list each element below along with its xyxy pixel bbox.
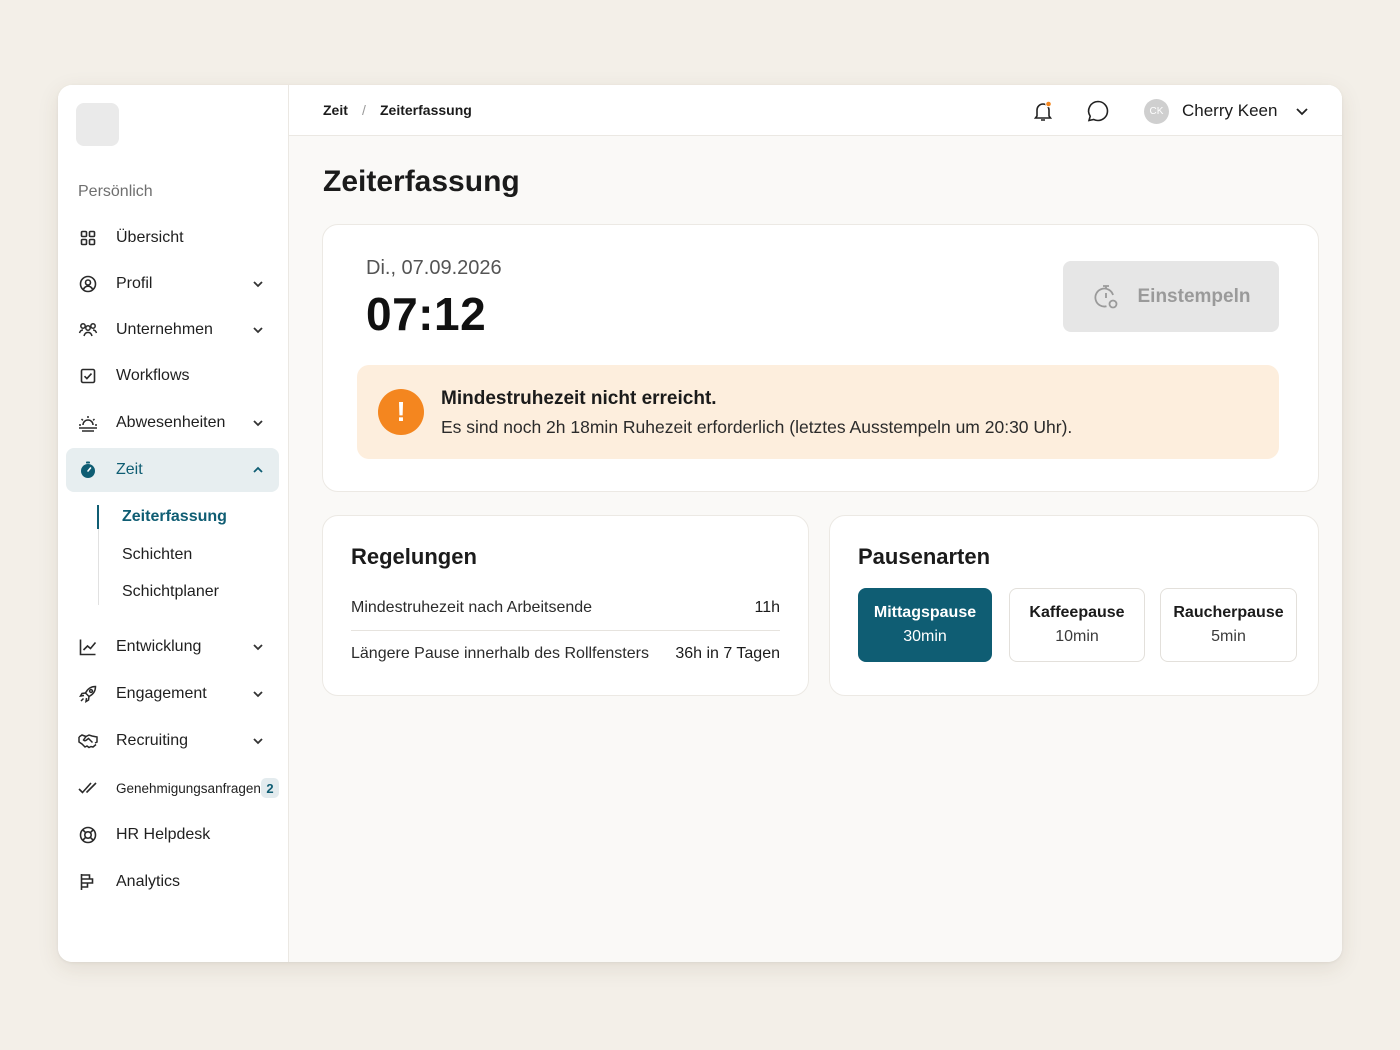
rule-row: Längere Pause innerhalb des Rollfensters… bbox=[351, 631, 780, 677]
sidebar-item-label: Profil bbox=[116, 275, 153, 292]
sidebar-item-unternehmen[interactable]: Unternehmen bbox=[66, 308, 279, 352]
app-window: Persönlich Übersicht Profil Unternehmen bbox=[58, 85, 1342, 962]
rule-label: Mindestruhezeit nach Arbeitsende bbox=[351, 598, 593, 616]
flag-icon bbox=[78, 872, 98, 892]
rule-row: Mindestruhezeit nach Arbeitsende 11h bbox=[351, 585, 780, 631]
sidebar-item-label: HR Helpdesk bbox=[116, 826, 211, 843]
double-check-icon bbox=[78, 778, 98, 798]
break-types-title: Pausenarten bbox=[858, 544, 991, 569]
chevron-down-icon bbox=[251, 734, 265, 748]
sidebar-item-label: Unternehmen bbox=[116, 321, 213, 338]
sidebar-item-label: Zeit bbox=[116, 461, 143, 478]
rule-label: Längere Pause innerhalb des Rollfensters bbox=[351, 645, 649, 662]
chevron-down-icon bbox=[251, 416, 265, 430]
page-title: Zeiterfassung bbox=[323, 165, 520, 198]
break-name: Kaffeepause bbox=[1029, 604, 1125, 621]
lifebuoy-icon bbox=[78, 825, 98, 845]
sidebar-item-entwicklung[interactable]: Entwicklung bbox=[66, 625, 279, 669]
sidebar-item-analytics[interactable]: Analytics bbox=[66, 860, 279, 904]
break-duration: 10min bbox=[1055, 628, 1099, 645]
bell-icon[interactable] bbox=[1031, 99, 1055, 123]
chevron-up-icon bbox=[251, 463, 265, 477]
sidebar-subitem-zeiterfassung[interactable]: Zeiterfassung bbox=[122, 508, 227, 526]
sidebar-item-engagement[interactable]: Engagement bbox=[66, 672, 279, 716]
company-logo[interactable] bbox=[76, 103, 119, 146]
alert-text: Es sind noch 2h 18min Ruhezeit erforderl… bbox=[441, 417, 1073, 437]
sidebar-item-uebersicht[interactable]: Übersicht bbox=[66, 216, 279, 260]
sidebar-item-profil[interactable]: Profil bbox=[66, 262, 279, 306]
sidebar-subitem-schichtplaner[interactable]: Schichtplaner bbox=[122, 583, 219, 601]
stopwatch-icon bbox=[1092, 283, 1120, 311]
main-content: Zeit / Zeiterfassung CK Cherry Keen Zeit… bbox=[289, 85, 1342, 962]
sidebar-item-label: Abwesenheiten bbox=[116, 414, 226, 431]
sidebar-item-hr-helpdesk[interactable]: HR Helpdesk bbox=[66, 813, 279, 857]
alert-title: Mindestruhezeit nicht erreicht. bbox=[441, 388, 717, 409]
break-option-raucherpause[interactable]: Raucherpause 5min bbox=[1160, 588, 1297, 662]
avatar[interactable]: CK bbox=[1144, 99, 1169, 124]
clock-in-button[interactable]: Einstempeln bbox=[1063, 261, 1279, 332]
checkbox-icon bbox=[78, 366, 98, 386]
rule-value: 36h in 7 Tagen bbox=[675, 645, 780, 662]
rocket-icon bbox=[78, 684, 98, 704]
sidebar-item-label: Genehmigungsanfragen bbox=[116, 780, 261, 796]
chart-line-icon bbox=[78, 637, 98, 657]
rule-value: 11h bbox=[754, 598, 780, 616]
sidebar-item-zeit[interactable]: Zeit bbox=[66, 448, 279, 492]
chevron-down-icon bbox=[251, 640, 265, 654]
current-time: 07:12 bbox=[366, 288, 487, 340]
chevron-down-icon bbox=[251, 323, 265, 337]
sidebar: Persönlich Übersicht Profil Unternehmen bbox=[58, 85, 289, 962]
break-option-mittagspause[interactable]: Mittagspause 30min bbox=[858, 588, 992, 662]
chevron-down-icon bbox=[251, 687, 265, 701]
top-bar: Zeit / Zeiterfassung CK Cherry Keen bbox=[289, 85, 1342, 136]
sidebar-item-genehmigungsanfragen[interactable]: Genehmigungsanfragen 2 bbox=[66, 766, 279, 810]
chat-icon[interactable] bbox=[1086, 99, 1110, 123]
sidebar-subitem-schichten[interactable]: Schichten bbox=[122, 546, 192, 564]
sunrise-icon bbox=[78, 413, 98, 433]
break-name: Raucherpause bbox=[1173, 604, 1284, 621]
sidebar-item-recruiting[interactable]: Recruiting bbox=[66, 719, 279, 763]
break-name: Mittagspause bbox=[873, 604, 977, 621]
sidebar-item-label: Recruiting bbox=[116, 732, 189, 749]
stopwatch-icon bbox=[78, 460, 98, 480]
current-date: Di., 07.09.2026 bbox=[366, 257, 502, 279]
rules-card: Regelungen Mindestruhezeit nach Arbeitse… bbox=[322, 515, 809, 696]
rules-title: Regelungen bbox=[351, 544, 477, 569]
clock-card: Di., 07.09.2026 07:12 Einstempeln ! Mind… bbox=[322, 224, 1319, 492]
chevron-down-icon[interactable] bbox=[1294, 103, 1310, 119]
break-types-card: Pausenarten Mittagspause 30min Kaffeepau… bbox=[829, 515, 1319, 696]
sidebar-item-label: Workflows bbox=[116, 367, 190, 384]
breadcrumb-separator: / bbox=[362, 102, 366, 118]
user-circle-icon bbox=[78, 274, 98, 294]
break-duration: 30min bbox=[903, 628, 947, 645]
breadcrumb-item-current: Zeiterfassung bbox=[380, 102, 472, 118]
sidebar-item-label: Übersicht bbox=[116, 229, 184, 246]
team-icon bbox=[78, 320, 98, 340]
warning-alert: ! Mindestruhezeit nicht erreicht. Es sin… bbox=[357, 365, 1279, 459]
sidebar-item-label: Entwicklung bbox=[116, 638, 202, 655]
handshake-icon bbox=[78, 731, 98, 751]
chevron-down-icon bbox=[251, 277, 265, 291]
breadcrumb-item-zeit[interactable]: Zeit bbox=[323, 102, 348, 118]
clock-in-button-label: Einstempeln bbox=[1137, 285, 1251, 307]
count-badge: 2 bbox=[260, 778, 279, 798]
sidebar-section-title: Persönlich bbox=[78, 183, 153, 200]
user-name[interactable]: Cherry Keen bbox=[1182, 101, 1277, 121]
break-option-kaffeepause[interactable]: Kaffeepause 10min bbox=[1009, 588, 1145, 662]
sidebar-item-workflows[interactable]: Workflows bbox=[66, 354, 279, 398]
break-duration: 5min bbox=[1211, 628, 1246, 645]
grid-icon bbox=[78, 228, 98, 248]
warning-icon: ! bbox=[378, 389, 424, 435]
sidebar-item-abwesenheiten[interactable]: Abwesenheiten bbox=[66, 401, 279, 445]
sidebar-item-label: Engagement bbox=[116, 685, 207, 702]
sidebar-subnav-active-indicator bbox=[97, 505, 99, 529]
sidebar-item-label: Analytics bbox=[116, 873, 181, 890]
